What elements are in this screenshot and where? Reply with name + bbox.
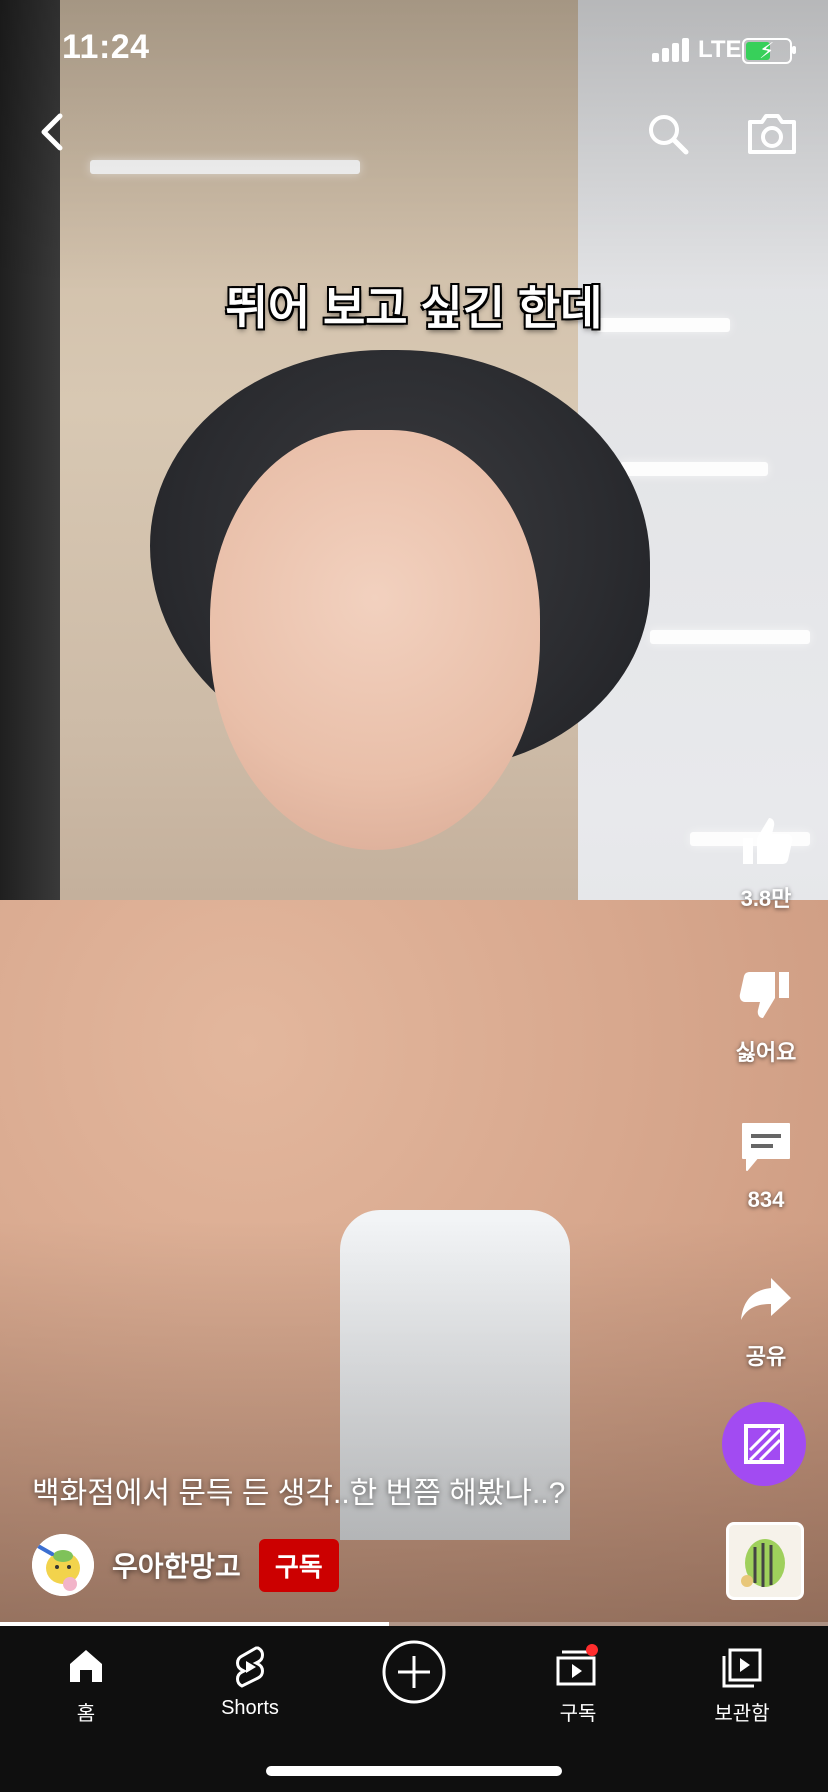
like-button[interactable]: 3.8만 (726, 812, 806, 913)
back-button[interactable] (30, 108, 78, 156)
nav-library-label: 보관함 (714, 1703, 770, 1725)
mango-avatar-icon (32, 1534, 94, 1596)
shorts-icon (236, 1646, 264, 1688)
create-plus-icon (382, 1640, 446, 1704)
comment-count: 834 (747, 1187, 785, 1212)
home-icon (70, 1650, 102, 1682)
library-icon (722, 1648, 762, 1688)
remix-icon (744, 1424, 784, 1464)
thumbs-down-icon (739, 972, 789, 1018)
channel-avatar[interactable] (32, 1534, 94, 1596)
nav-create[interactable] (344, 1638, 484, 1711)
network-type: LTE (698, 36, 742, 63)
nav-shorts[interactable]: Shorts (180, 1644, 320, 1720)
nav-subscriptions-label: 구독 (559, 1703, 597, 1725)
sound-thumbnail[interactable] (726, 1522, 804, 1600)
nav-library[interactable]: 보관함 (672, 1644, 812, 1726)
remix-button[interactable] (722, 1402, 806, 1486)
dislike-button[interactable]: 싫어요 (726, 966, 806, 1067)
video-player[interactable] (0, 0, 828, 1626)
home-indicator[interactable] (266, 1766, 562, 1776)
video-title[interactable]: 백화점에서 문득 든 생각..한 번쯤 해봤나..? (32, 1468, 692, 1512)
subscribe-button[interactable]: 구독 (258, 1538, 339, 1592)
share-arrow-icon (741, 1278, 791, 1320)
dislike-label: 싫어요 (735, 1040, 797, 1065)
nav-home[interactable]: 홈 (16, 1644, 156, 1726)
cellular-signal-icon (652, 36, 694, 62)
status-bar: 11:24 LTE ⚡ (0, 0, 828, 100)
channel-row: 우아한망고 구독 (32, 1532, 339, 1598)
share-button[interactable]: 공유 (726, 1270, 806, 1371)
nav-home-label: 홈 (76, 1703, 96, 1725)
subscriptions-icon (556, 1644, 598, 1686)
comment-icon (742, 1123, 790, 1171)
notification-badge (586, 1644, 598, 1656)
like-count: 3.8만 (740, 886, 792, 911)
status-time: 11:24 (62, 28, 150, 66)
channel-name[interactable]: 우아한망고 (112, 1545, 241, 1585)
nav-subscriptions[interactable]: 구독 (508, 1644, 648, 1726)
chevron-left-icon (41, 113, 63, 151)
charging-bolt-icon: ⚡ (759, 38, 775, 63)
battery-nub (792, 46, 796, 54)
search-button[interactable] (642, 108, 694, 160)
video-gradient (0, 0, 828, 1626)
camera-button[interactable] (744, 108, 800, 160)
comments-button[interactable]: 834 (726, 1118, 806, 1213)
sound-mango-icon (741, 1539, 785, 1587)
video-caption-overlay: 뛰어 보고 싶긴 한데 (225, 282, 603, 334)
share-label: 공유 (745, 1344, 787, 1369)
camera-icon (748, 114, 796, 154)
search-icon (649, 115, 689, 155)
thumbs-up-icon (743, 818, 793, 864)
nav-shorts-label: Shorts (221, 1697, 279, 1719)
